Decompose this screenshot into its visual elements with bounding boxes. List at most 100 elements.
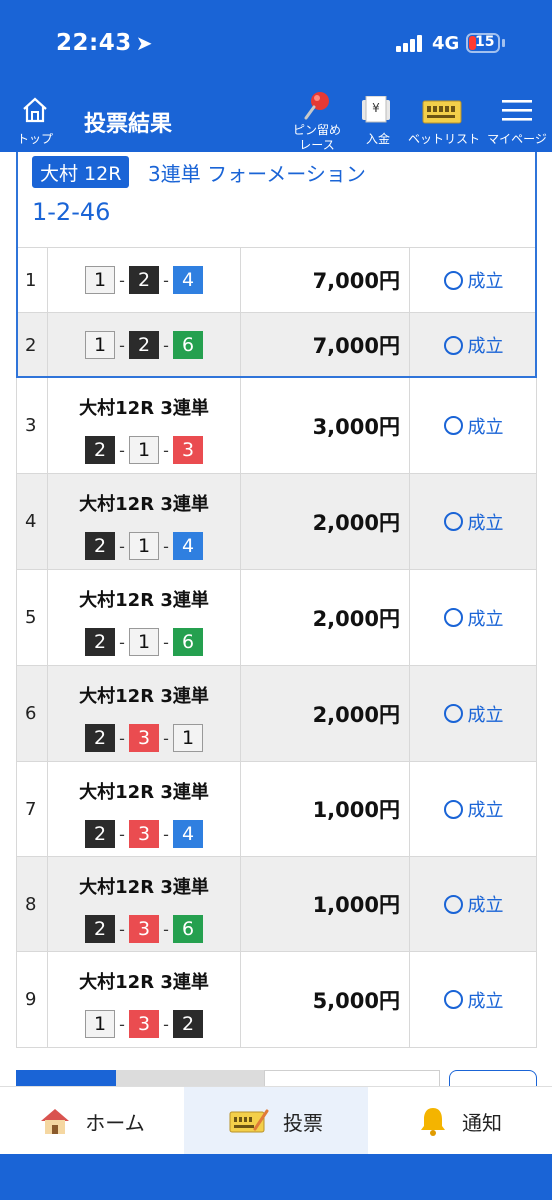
status-label: 成立 bbox=[467, 800, 504, 821]
bet-cell: 1- 2- 4 bbox=[48, 248, 241, 312]
bet-cell: 1- 2- 6 bbox=[48, 313, 241, 377]
row-number: 4 bbox=[16, 474, 48, 569]
table-row: 8 大村12R 3連単 2- 3- 6 1,000円 成立 bbox=[16, 857, 537, 952]
status-cell: 成立 bbox=[410, 313, 537, 377]
status-time: 22:43 ➤ bbox=[56, 30, 153, 56]
table-row: 7 大村12R 3連単 2- 3- 4 1,000円 成立 bbox=[16, 762, 537, 857]
boat-number: 2 bbox=[129, 331, 159, 359]
status-bar: 22:43 ➤ 4G 15 bbox=[0, 0, 552, 90]
bet-amount: 2,000円 bbox=[241, 666, 410, 761]
row-number: 6 bbox=[16, 666, 48, 761]
app-header: トップ 投票結果 ピン留め レース ¥ 入金 ベットリスト マイページ bbox=[0, 90, 552, 152]
bet-amount: 1,000円 bbox=[241, 762, 410, 856]
row-number: 3 bbox=[16, 378, 48, 473]
nav-home[interactable]: ホーム bbox=[0, 1087, 184, 1155]
race-label: 大村12R 3連単 bbox=[79, 590, 209, 611]
mypage-button[interactable]: マイページ bbox=[486, 90, 548, 152]
boat-number: 1 bbox=[85, 266, 115, 294]
betlist-button[interactable]: ベットリスト bbox=[408, 90, 481, 152]
boat-number: 2 bbox=[173, 1010, 203, 1038]
combo-boxes: 2- 3- 6 bbox=[48, 915, 240, 943]
top-label: トップ bbox=[16, 132, 53, 146]
row-number: 2 bbox=[16, 313, 48, 377]
pin-race-button[interactable]: ピン留め レース bbox=[286, 90, 348, 152]
boat-number: 2 bbox=[85, 915, 115, 943]
combo-boxes: 1- 2- 6 bbox=[48, 331, 240, 359]
boat-number: 2 bbox=[85, 724, 115, 752]
row-number: 8 bbox=[16, 857, 48, 951]
race-label: 大村12R 3連単 bbox=[79, 972, 209, 993]
bet-amount: 7,000円 bbox=[241, 248, 410, 312]
boat-number: 6 bbox=[173, 628, 203, 656]
status-cell: 成立 bbox=[410, 248, 537, 312]
status-cell: 成立 bbox=[410, 666, 537, 761]
table-row: 6 大村12R 3連単 2- 3- 1 2,000円 成立 bbox=[16, 666, 537, 762]
boat-number: 6 bbox=[173, 915, 203, 943]
table-row: 3 大村12R 3連単 2- 1- 3 3,000円 成立 bbox=[16, 378, 537, 474]
bet-amount: 2,000円 bbox=[241, 570, 410, 665]
boat-number: 2 bbox=[85, 628, 115, 656]
boat-number: 3 bbox=[129, 724, 159, 752]
status-cell: 成立 bbox=[410, 952, 537, 1047]
circle-icon bbox=[443, 799, 463, 819]
boat-number: 3 bbox=[129, 1010, 159, 1038]
circle-icon bbox=[443, 270, 463, 290]
race-label: 大村12R 3連単 bbox=[79, 398, 209, 419]
pin-label-2: レース bbox=[299, 138, 335, 152]
bet-cell: 大村12R 3連単 1- 3- 2 bbox=[48, 952, 241, 1047]
row-number: 7 bbox=[16, 762, 48, 856]
boat-number: 1 bbox=[129, 628, 159, 656]
status-cell: 成立 bbox=[410, 857, 537, 951]
table-row: 9 大村12R 3連単 1- 3- 2 5,000円 成立 bbox=[16, 952, 537, 1048]
circle-icon bbox=[443, 512, 463, 531]
bell-icon bbox=[421, 1108, 445, 1136]
combo-boxes: 2- 1- 4 bbox=[48, 532, 240, 560]
summary-button[interactable] bbox=[449, 1070, 537, 1086]
network-type: 4G bbox=[432, 33, 460, 54]
formation-race-tag: 大村 12R bbox=[32, 156, 130, 188]
status-cell: 成立 bbox=[410, 474, 537, 569]
combo-boxes: 2- 1- 6 bbox=[48, 628, 240, 656]
battery-level: 15 bbox=[475, 34, 495, 50]
combo-boxes: 1- 2- 4 bbox=[48, 266, 240, 294]
boat-number: 2 bbox=[85, 532, 115, 560]
circle-icon bbox=[443, 335, 463, 355]
boat-number: 2 bbox=[85, 436, 115, 464]
betlist-label: ベットリスト bbox=[408, 132, 481, 146]
boat-number: 1 bbox=[85, 331, 115, 359]
house-icon bbox=[41, 1109, 70, 1134]
table-row: 1 1- 2- 4 7,000円 成立 bbox=[16, 248, 537, 313]
status-label: 成立 bbox=[467, 416, 504, 438]
row-number: 1 bbox=[16, 248, 48, 312]
boat-number: 4 bbox=[173, 532, 203, 560]
summary-tab-active[interactable] bbox=[16, 1070, 116, 1086]
combo-boxes: 2- 3- 4 bbox=[48, 820, 240, 848]
mypage-label: マイページ bbox=[487, 132, 547, 146]
status-cell: 成立 bbox=[410, 570, 537, 665]
svg-text:¥: ¥ bbox=[372, 101, 380, 115]
bet-cell: 大村12R 3連単 2- 1- 3 bbox=[48, 378, 241, 473]
top-button[interactable]: トップ bbox=[10, 90, 60, 152]
bet-ticket-icon bbox=[422, 100, 462, 124]
nav-vote[interactable]: 投票 bbox=[184, 1087, 368, 1155]
circle-icon bbox=[443, 608, 463, 627]
signal-icon bbox=[396, 34, 426, 52]
boat-number: 3 bbox=[173, 436, 203, 464]
nav-notify-label: 通知 bbox=[462, 1110, 502, 1135]
boat-number: 3 bbox=[129, 915, 159, 943]
table-row: 5 大村12R 3連単 2- 1- 6 2,000円 成立 bbox=[16, 570, 537, 666]
deposit-button[interactable]: ¥ 入金 bbox=[356, 90, 400, 152]
summary-field[interactable] bbox=[264, 1070, 440, 1086]
summary-tab[interactable] bbox=[116, 1070, 264, 1086]
boat-number: 6 bbox=[173, 331, 203, 359]
pushpin-icon bbox=[304, 92, 329, 120]
formation-type: 3連単 フォーメーション bbox=[148, 162, 366, 186]
bet-cell: 大村12R 3連単 2- 1- 4 bbox=[48, 474, 241, 569]
bet-amount: 7,000円 bbox=[241, 313, 410, 377]
bet-results-list[interactable]: 大村 12R 3連単 フォーメーション 1-2-46 1 1- 2- 4 7,0… bbox=[0, 152, 552, 1086]
nav-notify[interactable]: 通知 bbox=[368, 1087, 552, 1155]
boat-number: 4 bbox=[173, 266, 203, 294]
deposit-icon: ¥ bbox=[362, 96, 390, 123]
boat-number: 1 bbox=[85, 1010, 115, 1038]
boat-number: 1 bbox=[129, 532, 159, 560]
